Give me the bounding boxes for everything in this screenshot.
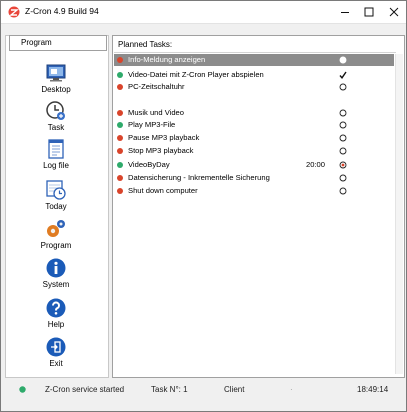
maximize-button[interactable]: [357, 1, 381, 23]
task-status-dot-icon: [117, 188, 123, 194]
inactive-schedule-icon: [339, 134, 347, 142]
task-status-dot-icon: [117, 135, 123, 141]
sidebar-item-label: Exit: [49, 359, 63, 368]
sidebar-item-label: Log file: [43, 161, 69, 170]
sidebar-item-label: Program: [40, 241, 72, 250]
task-row[interactable]: Shut down computer: [114, 185, 394, 197]
task-name: Shut down computer: [128, 186, 198, 195]
exit-icon: [46, 337, 66, 357]
inactive-schedule-icon: [339, 56, 347, 64]
service-status-icon: [19, 386, 26, 393]
sidebar-item-program[interactable]: Program: [5, 219, 107, 257]
task-row[interactable]: Pause MP3 playback: [114, 132, 394, 144]
task-time: 20:00: [306, 160, 326, 169]
inactive-schedule-icon: [339, 174, 347, 182]
task-name: Musik und Video: [128, 108, 185, 117]
app-window: Z-Cron 4.9 Build 94 Program Desktop Task…: [0, 0, 407, 412]
sidebar-item-task[interactable]: Task: [5, 101, 107, 139]
sidebar-item-label: Today: [45, 202, 67, 211]
planned-tasks-title: Planned Tasks:: [118, 40, 173, 49]
log-file-icon: [48, 139, 64, 159]
checkmark-icon: [339, 71, 347, 79]
header-divider: [114, 52, 396, 53]
task-name: Play MP3-File: [128, 120, 176, 129]
inactive-schedule-icon: [339, 187, 347, 195]
sidebar-item-label: Task: [47, 123, 65, 132]
inactive-schedule-icon: [339, 109, 347, 117]
task-row[interactable]: PC-Zeitschaltuhr: [114, 81, 394, 93]
title-bar[interactable]: Z-Cron 4.9 Build 94: [1, 1, 406, 24]
sidebar-item-system[interactable]: System: [5, 258, 107, 296]
status-separator: ·: [290, 385, 293, 394]
sidebar-item-today[interactable]: Today: [5, 180, 107, 218]
active-schedule-icon: [339, 161, 347, 169]
sidebar-header[interactable]: Program: [9, 35, 107, 51]
task-name: PC-Zeitschaltuhr: [128, 82, 185, 91]
task-status-dot-icon: [117, 162, 123, 168]
task-status-dot-icon: [117, 148, 123, 154]
task-row[interactable]: Video-Datei mit Z-Cron Player abspielen: [114, 69, 394, 81]
task-name: Datensicherung - Inkrementelle Sicherung: [128, 173, 270, 182]
task-status-dot-icon: [117, 84, 123, 90]
sidebar-item-help[interactable]: Help: [5, 298, 107, 336]
vertical-scrollbar[interactable]: [395, 54, 403, 374]
clock-icon: [46, 101, 65, 120]
task-name: Stop MP3 playback: [128, 146, 194, 155]
minimize-button[interactable]: [333, 1, 357, 23]
desktop-icon: [46, 64, 66, 82]
task-status-dot-icon: [117, 110, 123, 116]
task-name: Video-Datei mit Z-Cron Player abspielen: [128, 70, 264, 79]
sidebar-item-exit[interactable]: Exit: [5, 337, 107, 375]
gears-icon: [47, 220, 65, 237]
task-name: Pause MP3 playback: [128, 133, 200, 142]
status-bar: Z-Cron service started Task N°: 1 Client…: [1, 378, 406, 400]
inactive-schedule-icon: [339, 147, 347, 155]
help-icon: [46, 298, 66, 318]
task-name: VideoByDay: [128, 160, 170, 169]
status-client: Client: [224, 385, 245, 394]
window-title: Z-Cron 4.9 Build 94: [25, 6, 99, 16]
sidebar-item-label: Desktop: [41, 85, 71, 94]
task-name: Info-Meldung anzeigen: [128, 55, 206, 64]
sidebar-item-log-file[interactable]: Log file: [5, 139, 107, 177]
status-message: Z-Cron service started: [45, 385, 125, 394]
sidebar-item-label: Help: [47, 320, 65, 329]
task-row[interactable]: Musik und Video: [114, 107, 394, 119]
status-time: 18:49:14: [357, 385, 389, 394]
task-row[interactable]: Info-Meldung anzeigen: [114, 54, 394, 66]
task-status-dot-icon: [117, 57, 123, 63]
sidebar-item-label: System: [42, 280, 70, 289]
app-icon: [8, 6, 20, 18]
task-row[interactable]: Play MP3-File: [114, 119, 394, 131]
info-icon: [46, 258, 66, 278]
sidebar-item-desktop[interactable]: Desktop: [5, 63, 107, 101]
sidebar-header-label: Program: [21, 38, 52, 47]
inactive-schedule-icon: [339, 83, 347, 91]
task-row[interactable]: VideoByDay 20:00: [114, 159, 394, 171]
task-row[interactable]: Datensicherung - Inkrementelle Sicherung: [114, 172, 394, 184]
task-status-dot-icon: [117, 122, 123, 128]
close-button[interactable]: [382, 1, 406, 23]
calendar-clock-icon: [46, 180, 66, 200]
task-status-dot-icon: [117, 175, 123, 181]
status-task-number: Task N°: 1: [151, 385, 188, 394]
task-status-dot-icon: [117, 72, 123, 78]
inactive-schedule-icon: [339, 121, 347, 129]
task-row[interactable]: Stop MP3 playback: [114, 145, 394, 157]
planned-tasks-header: Planned Tasks:: [112, 40, 403, 52]
